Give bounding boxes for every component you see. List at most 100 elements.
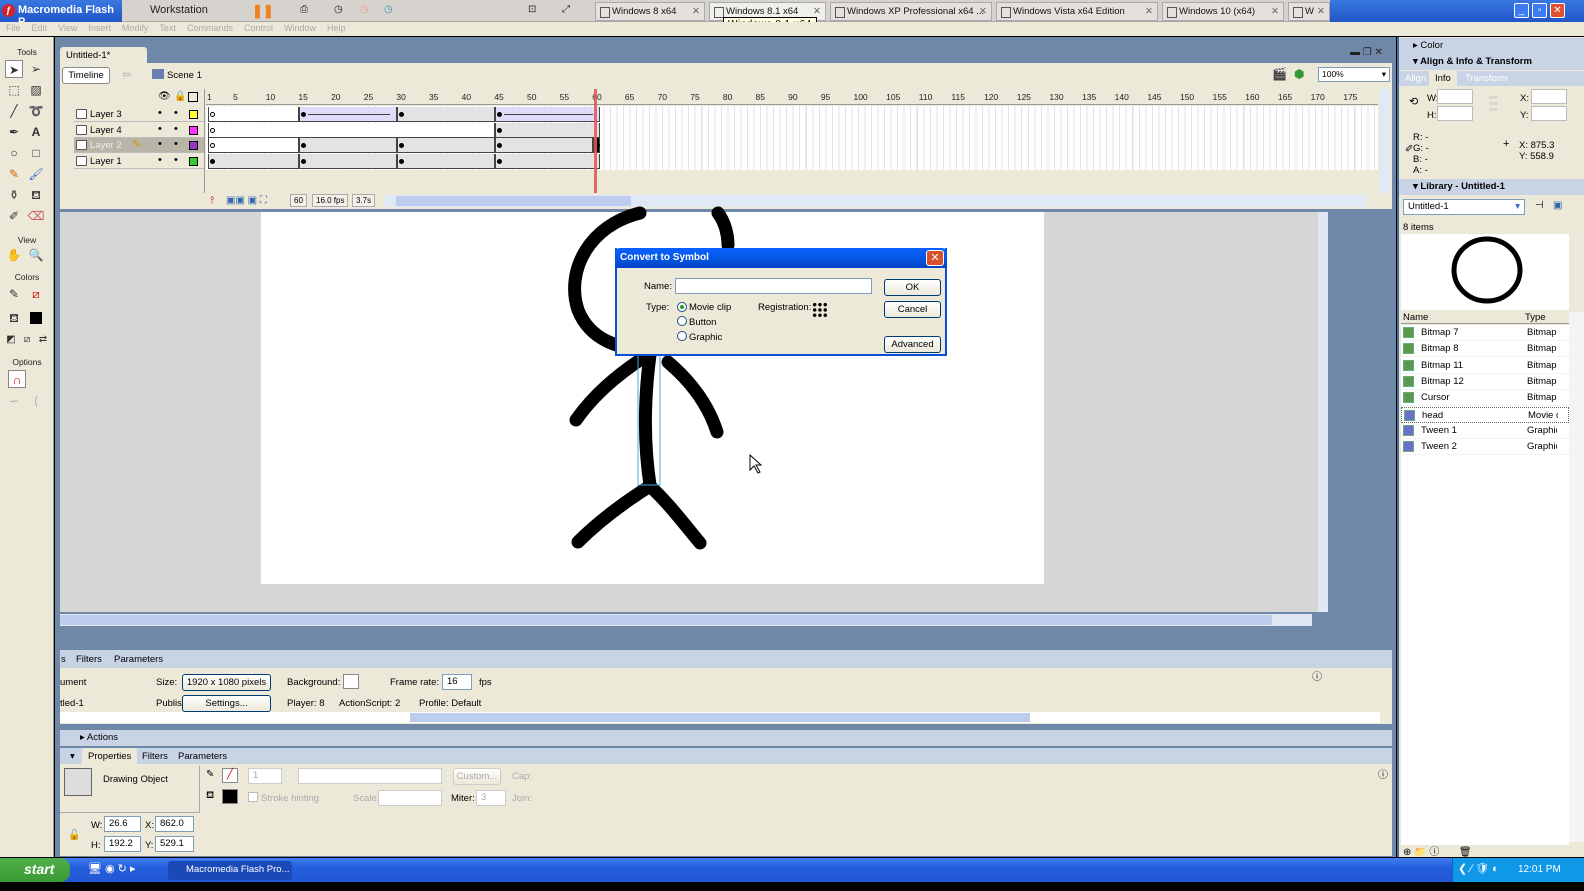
library-footer-icons[interactable]: ⊕ 📁 ⓘ 🗑 [1403,843,1472,858]
radio-button[interactable] [677,316,687,326]
info-x-input[interactable] [1531,89,1567,104]
stage-hscroll[interactable] [60,614,1312,626]
pin-icon[interactable]: ⊣ [1535,200,1544,211]
scroll-thumb[interactable] [60,615,1272,625]
pencil-icon: ✎ [206,769,215,780]
tab-properties[interactable]: Properties [82,748,138,765]
column-name[interactable]: Name [1403,312,1428,323]
bitmap-icon [1403,327,1414,338]
scale-label: Scale: [353,793,380,804]
library-item[interactable]: Cursor Bitmap [1401,390,1569,407]
y-input[interactable]: 529.1 [155,836,194,852]
left-arm-stroke [569,353,647,427]
library-item[interactable]: Bitmap 12 Bitmap [1401,374,1569,390]
item-name: head [1422,409,1444,421]
collapse-icon[interactable]: ▾ [70,751,75,762]
dialog-close-button[interactable]: ✕ [926,250,944,266]
stroke-style-select[interactable] [298,768,442,784]
info-w-input[interactable] [1437,89,1473,104]
width-input[interactable]: 26.6 [104,816,141,832]
bitmap-icon [1403,359,1414,371]
radio-graphic[interactable] [677,331,687,341]
library-document-select[interactable]: Untitled-1 ▾ [1403,199,1525,215]
scale-select[interactable] [378,790,442,806]
library-header[interactable]: ▾ Library - Untitled-1 [1399,179,1584,195]
info-y-input[interactable] [1531,106,1567,121]
tab-parameters[interactable]: Parameters [178,751,227,762]
library-columns: Name Type [1401,312,1569,324]
cursor-x: X: 875.3 [1519,140,1555,151]
symbol-name-input[interactable] [675,278,872,294]
start-button[interactable]: start [0,858,70,882]
tab-filters[interactable]: Filters [76,654,102,665]
doc-props-tabs [60,650,1392,668]
registration-label: Registration: [758,302,812,313]
eyedropper-icon: ✐ [1405,144,1414,155]
item-type: Bitmap [1527,375,1557,387]
tab-filters[interactable]: Filters [142,751,168,762]
tab-transform[interactable]: Transform [1465,73,1508,84]
props-hscroll[interactable] [60,712,1380,723]
tab-align[interactable]: Align [1405,73,1426,84]
quick-launch-icons[interactable]: 🖥 ◉ ↻ ▸ [88,862,135,875]
info-h-input[interactable] [1437,106,1473,121]
size-label: Size: [156,677,178,688]
item-type: Bitmap [1527,343,1557,355]
tab-parameters[interactable]: Parameters [114,654,163,665]
tab-info[interactable]: Info [1429,71,1457,86]
height-input[interactable]: 192.2 [104,836,141,852]
tray-icons[interactable]: ❮ ⁄ 🛡 ◐ [1458,862,1499,875]
ok-button[interactable]: OK [884,279,941,296]
help-icon[interactable]: ⓘ [1378,766,1388,781]
library-item[interactable]: Bitmap 8 Bitmap [1401,341,1569,358]
library-vscroll[interactable] [1569,312,1584,842]
new-library-panel-icon[interactable]: ▣ [1553,200,1562,211]
actions-panel-header[interactable]: ▸ Actions [60,730,1392,746]
library-item[interactable]: Tween 1 Graphic [1401,423,1569,439]
stroke-color-swatch[interactable]: ╱ [222,768,238,783]
stroke-hinting-checkbox[interactable] [248,792,258,802]
registration-grid-icon[interactable]: ▫▫▫ ▫▫▫ ▫▫▫ [1489,94,1498,114]
align-info-header[interactable]: ▾ Align & Info & Transform [1399,54,1584,70]
info-h-label: H: [1427,110,1437,121]
item-name: Tween 2 [1421,441,1457,453]
color-panel-header[interactable]: ▸ Color [1399,38,1584,54]
advanced-button[interactable]: Advanced [884,336,941,353]
radio-movie-clip[interactable] [677,302,687,312]
library-item[interactable]: Bitmap 7 Bitmap [1401,325,1569,341]
props-tabs [60,748,1392,764]
background-color-swatch[interactable] [343,674,359,689]
item-name: Bitmap 11 [1421,359,1464,371]
cancel-button[interactable]: Cancel [884,301,941,318]
crosshair-icon: + [1503,138,1510,150]
divider [60,812,200,813]
column-type[interactable]: Type [1525,312,1546,323]
player-version: Player: 8 [287,698,325,709]
tab-properties[interactable]: s [61,654,66,665]
info-y-label: Y: [1520,110,1529,121]
frame-rate-input[interactable]: 16 [442,674,472,690]
type-label: Type: [646,302,670,313]
stroke-width-input[interactable]: 1 [248,768,282,784]
left-leg-stroke [571,479,657,549]
registration-icon: ⟲ [1409,96,1419,108]
info-b: B: - [1413,154,1428,165]
publish-settings-button[interactable]: Settings... [182,695,271,712]
miter-input[interactable]: 3 [476,790,506,806]
stroke-hinting-label: Stroke hinting [261,793,320,804]
x-input[interactable]: 862.0 [155,816,194,832]
custom-button[interactable]: Custom... [453,768,501,785]
library-item[interactable]: Tween 2 Graphic [1401,439,1569,456]
library-item[interactable]: Bitmap 11 Bitmap [1401,358,1569,374]
size-button[interactable]: 1920 x 1080 pixels [182,674,271,691]
fill-color-swatch[interactable] [222,789,238,804]
stage-vscroll[interactable] [1318,212,1328,612]
taskbar-flash-button[interactable]: Macromedia Flash Pro... [168,861,292,880]
scroll-thumb[interactable] [410,713,1030,722]
lock-icon[interactable]: 🔓 [68,830,80,841]
movie-clip-label: Movie clip [689,302,732,313]
align-info-title: Align & Info & Transform [1420,56,1532,67]
library-item[interactable]: head Movie clip [1401,406,1569,423]
help-icon[interactable]: ⓘ [1312,668,1322,683]
registration-grid[interactable] [812,302,828,318]
